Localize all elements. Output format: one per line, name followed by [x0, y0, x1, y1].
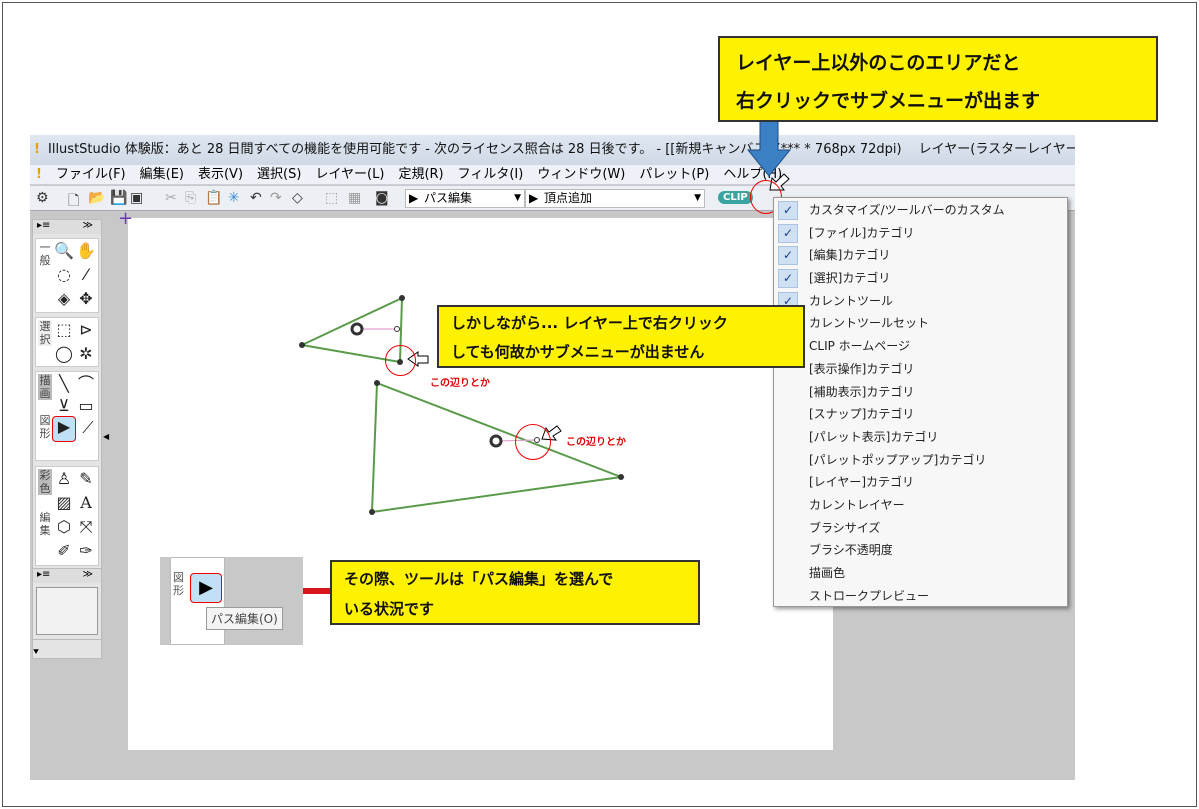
center-handle[interactable] — [350, 322, 364, 336]
tooltip: パス編集(O) — [206, 607, 283, 630]
menu-item-label: カレントレイヤー — [809, 497, 905, 512]
menu-item-label: CLIP ホームページ — [809, 339, 911, 354]
callout-line: 右クリックでサブメニューが出ます — [736, 90, 1041, 112]
checkmark-icon: ✓ — [778, 223, 798, 243]
menu-item-label: [レイヤー]カテゴリ — [809, 475, 915, 490]
blue-arrow-icon — [746, 119, 792, 177]
menu-item-label: ブラシ不透明度 — [809, 543, 893, 558]
callout-middle: しかしながら... レイヤー上で右クリック しても何故かサブメニューが出ません — [437, 305, 805, 368]
menu-item-label: [表示操作]カテゴリ — [809, 361, 915, 376]
menu-item-label: カスタマイズ/ツールバーのカスタム — [809, 203, 1005, 217]
context-menu-item[interactable]: ストロークプレビュー — [774, 585, 1067, 608]
context-menu-item[interactable]: ✓ カレントツール — [774, 290, 1067, 313]
menu-item-label: [パレットポップアップ]カテゴリ — [809, 452, 987, 467]
anchor-point[interactable] — [399, 295, 405, 301]
path-edit-tool-icon[interactable]: ▶ — [190, 573, 222, 603]
menu-item-label: [選択]カテゴリ — [809, 271, 891, 286]
context-menu-item[interactable]: ✓ [ファイル]カテゴリ — [774, 222, 1067, 245]
menu-item-label: ストロークプレビュー — [809, 588, 930, 603]
anchor-point[interactable] — [299, 342, 305, 348]
callout-line: しても何故かサブメニューが出ません — [451, 343, 705, 361]
context-menu-item[interactable]: [表示操作]カテゴリ — [774, 358, 1067, 381]
context-menu-item[interactable]: ✓ カスタマイズ/ツールバーのカスタム — [774, 199, 1067, 222]
anchor-point[interactable] — [374, 380, 380, 386]
context-menu-item[interactable]: [レイヤー]カテゴリ — [774, 471, 1067, 494]
menu-item-label: カレントツールセット — [809, 316, 930, 331]
control-handle[interactable] — [394, 326, 400, 332]
checkmark-icon: ✓ — [778, 246, 798, 266]
context-menu: ✓ カスタマイズ/ツールバーのカスタム ✓ [ファイル]カテゴリ ✓ [編集]カテゴリ ✓ [… — [773, 197, 1068, 607]
menu-item-label: [スナップ]カテゴリ — [809, 407, 915, 422]
context-menu-item[interactable]: [パレット表示]カテゴリ — [774, 426, 1067, 449]
anchor-point[interactable] — [618, 474, 624, 480]
context-menu-item[interactable]: CLIP ホームページ — [774, 335, 1067, 358]
context-menu-item[interactable]: ブラシ不透明度 — [774, 539, 1067, 562]
context-menu-item[interactable]: [補助表示]カテゴリ — [774, 381, 1067, 404]
highlight-circle — [385, 345, 416, 376]
context-menu-item[interactable]: [パレットポップアップ]カテゴリ — [774, 449, 1067, 472]
context-menu-item[interactable]: [スナップ]カテゴリ — [774, 403, 1067, 426]
menu-item-label: [パレット表示]カテゴリ — [809, 429, 939, 444]
checkmark-icon: ✓ — [778, 201, 798, 220]
highlight-circle — [515, 424, 551, 460]
callout-line: いる状況です — [344, 600, 435, 618]
callout-line: その際、ツールは「パス編集」を選んで — [344, 570, 614, 588]
center-handle[interactable] — [489, 434, 503, 448]
menu-item-label: [ファイル]カテゴリ — [809, 225, 915, 240]
context-menu-item[interactable]: ✓ [選択]カテゴリ — [774, 267, 1067, 290]
menu-item-label: カレントツール — [809, 293, 894, 308]
menu-item-label: 描画色 — [809, 566, 846, 580]
context-menu-item[interactable]: ブラシサイズ — [774, 517, 1067, 540]
context-menu-item[interactable]: ✓ [編集]カテゴリ — [774, 244, 1067, 267]
callout-line: レイヤー上以外のこのエリアだと — [736, 52, 1021, 74]
checkmark-icon: ✓ — [778, 269, 798, 289]
context-menu-item[interactable]: 描画色 — [774, 562, 1067, 585]
context-menu-item[interactable]: カレントレイヤー — [774, 494, 1067, 517]
callout-bottom: その際、ツールは「パス編集」を選んで いる状況です — [330, 560, 700, 625]
menu-item-label: [編集]カテゴリ — [809, 248, 891, 263]
hint-label: この辺りとか — [566, 437, 626, 448]
menu-item-label: ブラシサイズ — [809, 520, 881, 535]
menu-item-label: [補助表示]カテゴリ — [809, 384, 915, 399]
context-menu-item[interactable]: カレントツールセット — [774, 312, 1067, 335]
inset-screenshot: 図形 ▶ パス編集(O) — [160, 557, 303, 645]
hint-label: この辺りとか — [430, 378, 490, 389]
group-label: 図形 — [173, 571, 184, 597]
callout-top: レイヤー上以外のこのエリアだと 右クリックでサブメニューが出ます — [718, 36, 1158, 122]
callout-line: しかしながら... レイヤー上で右クリック — [451, 314, 728, 332]
anchor-point[interactable] — [369, 509, 375, 515]
